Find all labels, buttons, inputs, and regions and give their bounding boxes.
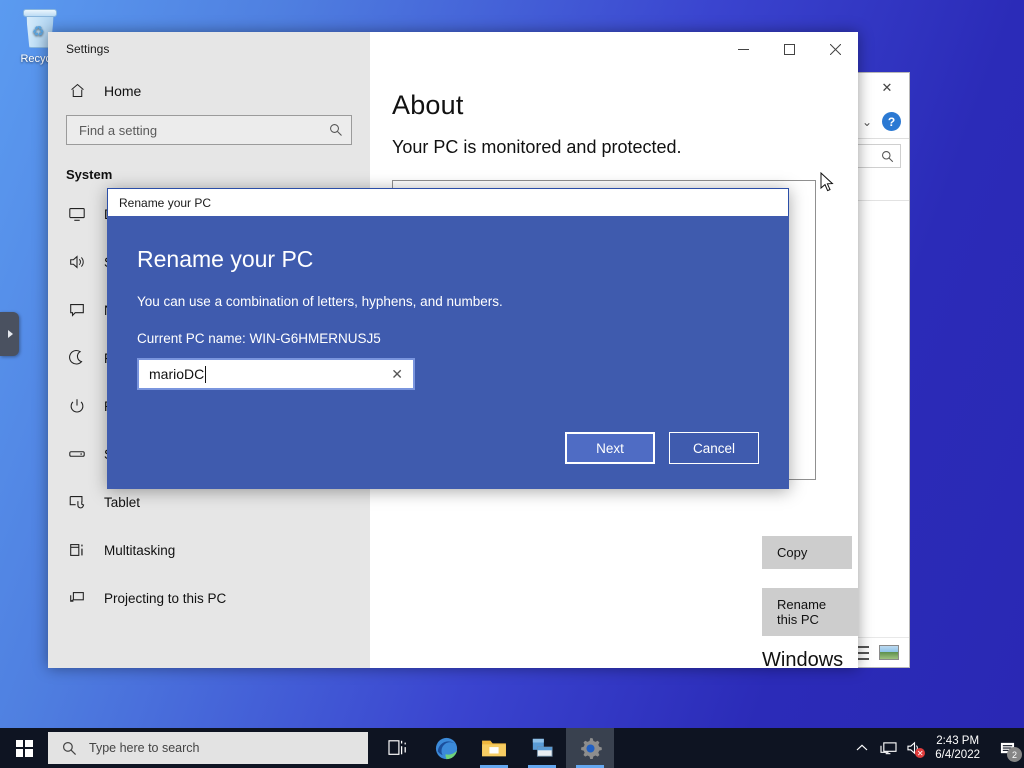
background-close-button[interactable]: ✕ (865, 73, 909, 103)
server-manager-icon (532, 738, 553, 757)
dialog-heading: Rename your PC (137, 246, 314, 272)
sidebar-label: Multitasking (104, 542, 176, 558)
display-icon (66, 205, 88, 223)
taskbar-app-icons (374, 728, 614, 768)
taskbar-search-input[interactable]: Type here to search (48, 732, 368, 764)
chevron-right-icon (8, 330, 13, 338)
network-button[interactable] (875, 728, 901, 768)
settings-button[interactable] (566, 728, 614, 768)
chevron-up-icon (856, 744, 868, 751)
close-button[interactable] (812, 32, 858, 66)
multitasking-icon (66, 541, 88, 559)
current-pc-name-label: Current PC name: WIN-G6HMERNUSJ5 (137, 331, 381, 346)
minimize-button[interactable] (720, 32, 766, 66)
sidebar-item-multitasking[interactable]: Multitasking (48, 526, 370, 574)
cancel-button[interactable]: Cancel (669, 432, 759, 464)
sound-icon (66, 253, 88, 271)
thumbnail-view-icon[interactable] (879, 645, 899, 660)
taskbar-clock[interactable]: 2:43 PM 6/4/2022 (927, 734, 990, 762)
chevron-down-icon[interactable]: ⌄ (862, 115, 872, 129)
server-manager-button[interactable] (518, 728, 566, 768)
protection-status-text: Your PC is monitored and protected. (392, 137, 682, 157)
next-button[interactable]: Next (565, 432, 655, 464)
sidebar-item-home[interactable]: Home (48, 74, 370, 107)
clear-icon[interactable]: ✕ (387, 366, 407, 383)
rename-pc-dialog[interactable]: Rename your PC Rename your PC You can us… (107, 188, 789, 489)
rename-this-pc-button[interactable]: Rename this PC (762, 588, 858, 636)
task-view-icon (388, 740, 406, 755)
settings-search-placeholder: Find a setting (79, 122, 158, 138)
edge-icon (435, 737, 457, 759)
tablet-icon (66, 493, 88, 511)
taskbar: Type here to search ✕ 2:43 PM 6/4/2022 2 (0, 728, 1024, 768)
pc-name-input[interactable]: marioDC ✕ (137, 358, 415, 390)
taskbar-search-placeholder: Type here to search (89, 741, 200, 755)
network-icon (880, 741, 897, 754)
start-button[interactable] (0, 728, 48, 768)
settings-search-input[interactable]: Find a setting (66, 115, 352, 145)
notification-center-button[interactable]: 2 (990, 728, 1024, 768)
task-view-button[interactable] (374, 728, 422, 768)
dialog-body: Rename your PC You can use a combination… (107, 216, 789, 489)
sidebar-section-label: System (66, 167, 113, 182)
mute-badge: ✕ (915, 748, 926, 758)
notification-count-badge: 2 (1007, 747, 1022, 762)
pc-name-input-value: marioDC (149, 366, 205, 382)
maximize-button[interactable] (766, 32, 812, 66)
clock-date: 6/4/2022 (935, 749, 980, 761)
notifications-icon (66, 301, 88, 319)
page-title: About (392, 90, 464, 120)
search-icon (62, 741, 77, 755)
sidebar-home-label: Home (104, 82, 142, 99)
volume-button[interactable]: ✕ (901, 728, 927, 768)
projecting-icon (66, 589, 88, 607)
settings-titlebar: Settings (48, 32, 858, 66)
windows-logo-icon (15, 739, 33, 757)
file-explorer-button[interactable] (470, 728, 518, 768)
edge-flyout-tab[interactable] (0, 312, 19, 356)
windows-specifications-title: Windows specifications (762, 649, 844, 668)
storage-icon (66, 445, 88, 463)
show-hidden-icons-button[interactable] (849, 728, 875, 768)
settings-window-title: Settings (48, 32, 370, 66)
sidebar-item-projecting[interactable]: Projecting to this PC (48, 574, 370, 622)
search-icon (882, 150, 894, 162)
mouse-cursor (820, 171, 836, 199)
sidebar-label: Projecting to this PC (104, 590, 227, 606)
dialog-titlebar: Rename your PC (107, 188, 789, 216)
edge-button[interactable] (422, 728, 470, 768)
copy-button[interactable]: Copy (762, 536, 852, 569)
sidebar-label: Tablet (104, 494, 141, 510)
focus-assist-icon (66, 349, 88, 367)
dialog-button-row: Next Cancel (565, 432, 759, 464)
power-icon (66, 397, 88, 415)
clock-time: 2:43 PM (936, 735, 980, 747)
dialog-description: You can use a combination of letters, hy… (137, 294, 503, 309)
text-caret (205, 365, 207, 383)
system-tray: ✕ 2:43 PM 6/4/2022 2 (849, 728, 1024, 768)
help-icon[interactable]: ? (882, 112, 901, 131)
gear-icon (580, 737, 602, 759)
home-icon (66, 82, 88, 99)
folder-icon (482, 740, 506, 757)
search-icon (330, 124, 342, 136)
